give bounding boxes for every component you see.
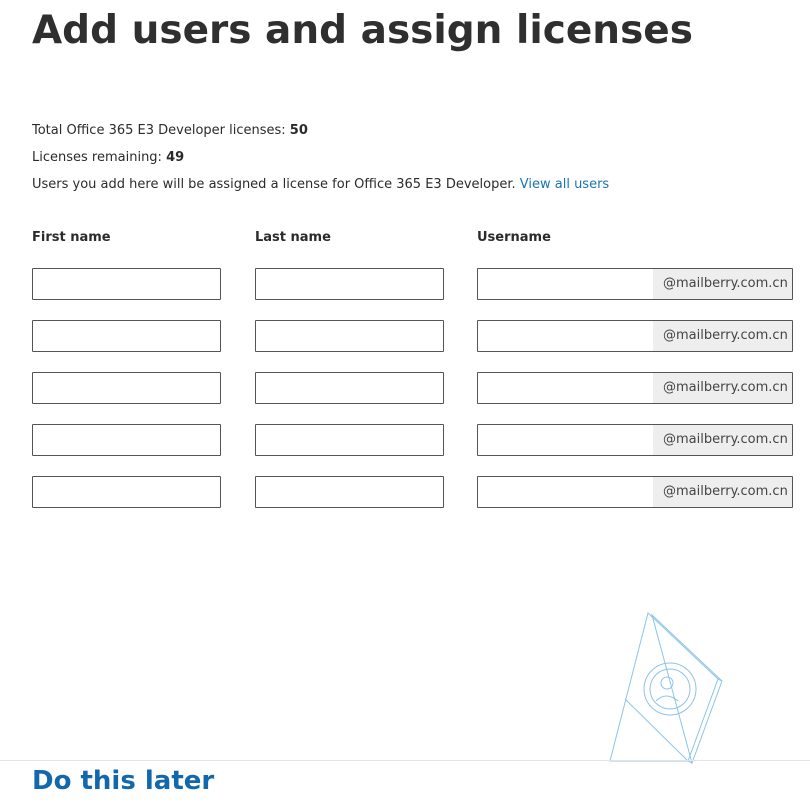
last-name-field-wrapper (255, 424, 444, 456)
first-name-input[interactable] (33, 373, 220, 403)
first-name-input[interactable] (33, 321, 220, 351)
last-name-field-wrapper (255, 268, 444, 300)
assign-note-text: Users you add here will be assigned a li… (32, 177, 520, 192)
domain-suffix: @mailberry.com.cn (653, 373, 792, 403)
last-name-field-wrapper (255, 320, 444, 352)
domain-suffix: @mailberry.com.cn (653, 425, 792, 455)
last-name-input[interactable] (256, 373, 443, 403)
username-input[interactable] (478, 321, 653, 351)
first-name-header: First name (32, 230, 111, 245)
username-field-wrapper: @mailberry.com.cn (477, 372, 793, 404)
domain-suffix: @mailberry.com.cn (653, 321, 792, 351)
assign-note-line: Users you add here will be assigned a li… (32, 176, 609, 194)
licenses-remaining-label: Licenses remaining: (32, 150, 167, 165)
username-input[interactable] (478, 477, 653, 507)
last-name-input[interactable] (256, 321, 443, 351)
username-field-wrapper: @mailberry.com.cn (477, 320, 793, 352)
username-input[interactable] (478, 373, 653, 403)
last-name-field-wrapper (255, 372, 444, 404)
domain-suffix: @mailberry.com.cn (653, 477, 792, 507)
do-this-later-link[interactable]: Do this later (32, 764, 214, 798)
first-name-input[interactable] (33, 425, 220, 455)
user-card-illustration-icon (609, 612, 723, 765)
first-name-input[interactable] (33, 477, 220, 507)
last-name-input[interactable] (256, 269, 443, 299)
domain-suffix: @mailberry.com.cn (653, 269, 792, 299)
username-field-wrapper: @mailberry.com.cn (477, 476, 793, 508)
total-licenses-label: Total Office 365 E3 Developer licenses: (32, 123, 290, 138)
page-title: Add users and assign licenses (32, 8, 693, 53)
last-name-input[interactable] (256, 425, 443, 455)
last-name-input[interactable] (256, 477, 443, 507)
last-name-field-wrapper (255, 476, 444, 508)
first-name-field-wrapper (32, 268, 221, 300)
username-header: Username (477, 230, 551, 245)
first-name-input[interactable] (33, 269, 220, 299)
username-field-wrapper: @mailberry.com.cn (477, 424, 793, 456)
first-name-field-wrapper (32, 424, 221, 456)
first-name-field-wrapper (32, 476, 221, 508)
last-name-header: Last name (255, 230, 331, 245)
username-field-wrapper: @mailberry.com.cn (477, 268, 793, 300)
username-input[interactable] (478, 425, 653, 455)
total-licenses-value: 50 (289, 123, 308, 138)
licenses-remaining-value: 49 (166, 150, 185, 165)
licenses-remaining-line: Licenses remaining: 49 (32, 149, 184, 167)
first-name-field-wrapper (32, 320, 221, 352)
username-input[interactable] (478, 269, 653, 299)
footer-divider (0, 760, 810, 761)
first-name-field-wrapper (32, 372, 221, 404)
view-all-users-link[interactable]: View all users (520, 177, 609, 192)
total-licenses-line: Total Office 365 E3 Developer licenses: … (32, 122, 308, 140)
